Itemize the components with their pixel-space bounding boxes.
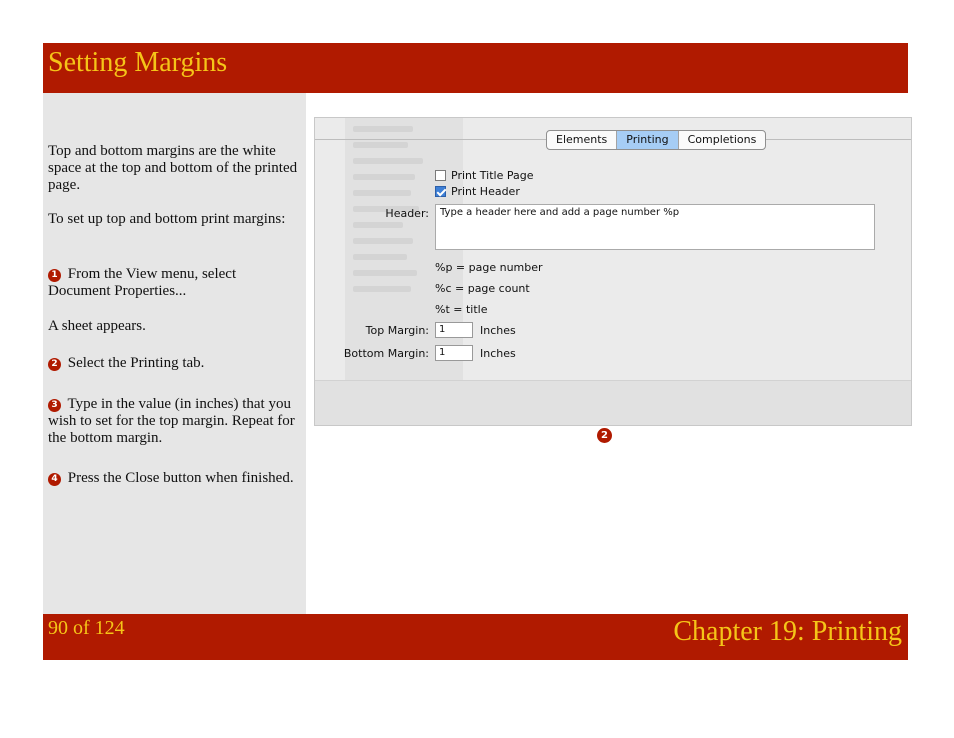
instructions-panel: Top and bottom margins are the white spa…: [43, 93, 306, 614]
print-header-option[interactable]: Print Header: [435, 185, 520, 198]
footer-bar: 90 of 124 Chapter 19: Printing: [43, 614, 908, 660]
page-title: Setting Margins: [48, 47, 228, 78]
top-margin-unit: Inches: [480, 324, 516, 337]
print-header-label: Print Header: [451, 185, 520, 198]
step-1-badge: 1: [48, 269, 61, 282]
title-bar: Setting Margins: [43, 43, 908, 93]
page-counter: 90 of 124: [48, 617, 125, 639]
step-4: 4 Press the Close button when finished.: [48, 470, 300, 487]
sheet-text: A sheet appears.: [48, 318, 146, 334]
step-2-text: Select the Printing tab.: [67, 355, 205, 371]
page-number-hint: %p = page number: [435, 261, 543, 274]
bottom-margin-unit: Inches: [480, 347, 516, 360]
bottom-margin-field[interactable]: 1: [435, 345, 473, 361]
document-properties-sheet: Elements Printing Completions Print Titl…: [314, 117, 912, 426]
step-1-text: From the View menu, select Document Prop…: [48, 266, 237, 299]
step-4-text: Press the Close button when finished.: [67, 470, 294, 486]
step-1: 1 From the View menu, select Document Pr…: [48, 266, 300, 300]
step-3: 3 Type in the value (in inches) that you…: [48, 396, 300, 447]
header-text-field[interactable]: Type a header here and add a page number…: [435, 204, 875, 250]
bottom-margin-label: Bottom Margin:: [343, 347, 429, 360]
setup-text: To set up top and bottom print margins:: [48, 211, 286, 227]
page-count-hint: %c = page count: [435, 282, 530, 295]
chapter-title: Chapter 19: Printing: [673, 616, 902, 647]
tab-bar: Elements Printing Completions: [546, 130, 767, 150]
sheet-footer: [315, 380, 911, 425]
top-margin-field[interactable]: 1: [435, 322, 473, 338]
print-title-page-checkbox[interactable]: [435, 170, 446, 181]
print-header-checkbox[interactable]: [435, 186, 446, 197]
tab-printing[interactable]: Printing: [616, 131, 678, 149]
print-title-page-label: Print Title Page: [451, 169, 534, 182]
intro-text: Top and bottom margins are the white spa…: [48, 143, 298, 193]
step-2-badge: 2: [48, 358, 61, 371]
title-hint: %t = title: [435, 303, 488, 316]
step-4-badge: 4: [48, 473, 61, 486]
top-margin-label: Top Margin:: [365, 324, 429, 337]
step-2: 2 Select the Printing tab.: [48, 355, 300, 372]
step-3-badge: 3: [48, 399, 61, 412]
print-title-page-option[interactable]: Print Title Page: [435, 169, 534, 182]
step-3-text: Type in the value (in inches) that you w…: [48, 396, 295, 446]
callout-badge: 2: [597, 428, 612, 443]
tab-elements[interactable]: Elements: [547, 131, 616, 149]
tab-completions[interactable]: Completions: [677, 131, 766, 149]
header-label: Header:: [385, 207, 429, 220]
